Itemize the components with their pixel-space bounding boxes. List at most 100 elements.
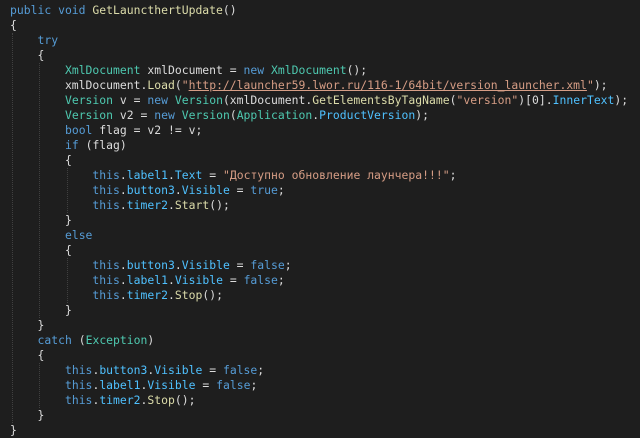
code-line[interactable]: if (flag) — [10, 138, 127, 153]
code-token: " — [586, 78, 594, 92]
code-token: Version — [181, 108, 230, 122]
code-token: timer2 — [126, 288, 168, 302]
code-token: v = — [113, 93, 148, 107]
code-line[interactable]: Version v = new Version(xmlDocument.GetE… — [10, 93, 628, 108]
code-line[interactable]: } — [10, 213, 72, 228]
code-token: Exception — [85, 333, 148, 347]
code-token: Stop — [174, 288, 203, 302]
code-token: Visible — [181, 183, 230, 197]
code-line[interactable]: public void GetLauncthertUpdate() — [10, 3, 237, 18]
code-line[interactable]: this.button3.Visible = false; — [10, 258, 292, 273]
code-token: new — [147, 93, 175, 107]
code-token: false — [250, 258, 285, 272]
code-line[interactable]: } — [10, 318, 44, 333]
code-editor[interactable]: public void GetLauncthertUpdate(){ try {… — [0, 0, 640, 437]
code-token: Application — [236, 108, 313, 122]
code-token: label1 — [99, 378, 141, 392]
code-line[interactable]: try — [10, 33, 58, 48]
code-token: } — [10, 408, 45, 422]
code-token: public void — [10, 3, 93, 17]
code-token: label1 — [126, 273, 168, 287]
code-token: ; — [449, 168, 457, 182]
code-line[interactable]: this.timer2.Stop(); — [10, 393, 196, 408]
code-token: ; — [257, 363, 265, 377]
code-token: (); — [174, 393, 196, 407]
code-token: ); — [614, 93, 629, 107]
code-token: . — [174, 258, 182, 272]
code-token: bool — [64, 123, 93, 137]
code-line[interactable]: Version v2 = new Version(Application.Pro… — [10, 108, 429, 123]
code-token: } — [10, 318, 45, 332]
code-token: (flag) — [78, 138, 127, 152]
code-token: this — [64, 378, 93, 392]
code-line[interactable]: { — [10, 48, 44, 63]
code-token: button3 — [126, 183, 175, 197]
code-token: } — [10, 213, 72, 227]
code-line[interactable]: xmlDocument.Load("http://launcher59.lwor… — [10, 78, 608, 93]
code-token: Visible — [147, 378, 196, 392]
code-token: if — [64, 138, 79, 152]
code-token: button3 — [126, 258, 175, 272]
code-line[interactable]: this.button3.Visible = true; — [10, 183, 285, 198]
code-token: false — [243, 273, 278, 287]
code-line[interactable]: } — [10, 303, 72, 318]
code-token: Start — [174, 198, 210, 212]
code-token: Stop — [147, 393, 175, 407]
code-token: = — [229, 183, 251, 197]
code-line[interactable]: XmlDocument xmlDocument = new XmlDocumen… — [10, 63, 367, 78]
code-token: XmlDocument — [271, 63, 347, 77]
code-line[interactable]: this.label1.Visible = false; — [10, 378, 257, 393]
code-token: this — [92, 183, 120, 197]
code-token: } — [10, 303, 72, 317]
code-line[interactable]: this.timer2.Start(); — [10, 198, 230, 213]
code-token: . — [119, 273, 127, 287]
code-token: ; — [277, 273, 285, 287]
code-token: . — [119, 288, 127, 302]
code-line[interactable]: } — [10, 408, 44, 423]
code-line[interactable]: bool flag = v2 != v; — [10, 123, 202, 138]
code-token: new — [243, 63, 272, 77]
code-token: (); — [202, 288, 223, 302]
code-line[interactable]: { — [10, 153, 72, 168]
code-token: GetElementsByTagName — [312, 93, 450, 107]
code-token: = — [195, 378, 217, 392]
code-line[interactable]: { — [10, 18, 17, 33]
code-token: . — [119, 183, 127, 197]
code-token: . — [168, 198, 175, 212]
code-line[interactable]: this.label1.Visible = false; — [10, 273, 285, 288]
code-token: this — [92, 168, 120, 182]
code-line[interactable]: this.timer2.Stop(); — [10, 288, 223, 303]
code-token: ( — [174, 78, 182, 92]
code-line[interactable]: catch (Exception) — [10, 333, 154, 348]
code-token: Load — [147, 78, 175, 92]
code-token: (); — [209, 198, 230, 212]
code-token: InnerText — [552, 93, 615, 107]
code-token: Version — [174, 93, 223, 107]
code-token: = — [229, 258, 251, 272]
code-line[interactable]: this.button3.Visible = false; — [10, 363, 264, 378]
code-line[interactable]: else — [10, 228, 92, 243]
code-token: = — [202, 363, 223, 377]
code-token: = — [202, 168, 223, 182]
code-token: label1 — [126, 168, 168, 182]
code-token: timer2 — [126, 198, 168, 212]
code-token: ) — [147, 333, 155, 347]
code-token: { — [10, 48, 45, 62]
code-token: . — [174, 183, 182, 197]
code-line[interactable]: { — [10, 348, 44, 363]
code-line[interactable]: this.label1.Text = "Доступно обновление … — [10, 168, 456, 183]
code-line[interactable]: } — [10, 423, 17, 438]
code-token: . — [168, 273, 175, 287]
code-token: } — [10, 423, 17, 437]
code-token: flag = v2 != v; — [92, 123, 203, 137]
code-token: catch — [37, 333, 72, 347]
code-line[interactable]: { — [10, 243, 72, 258]
code-token: . — [119, 168, 127, 182]
